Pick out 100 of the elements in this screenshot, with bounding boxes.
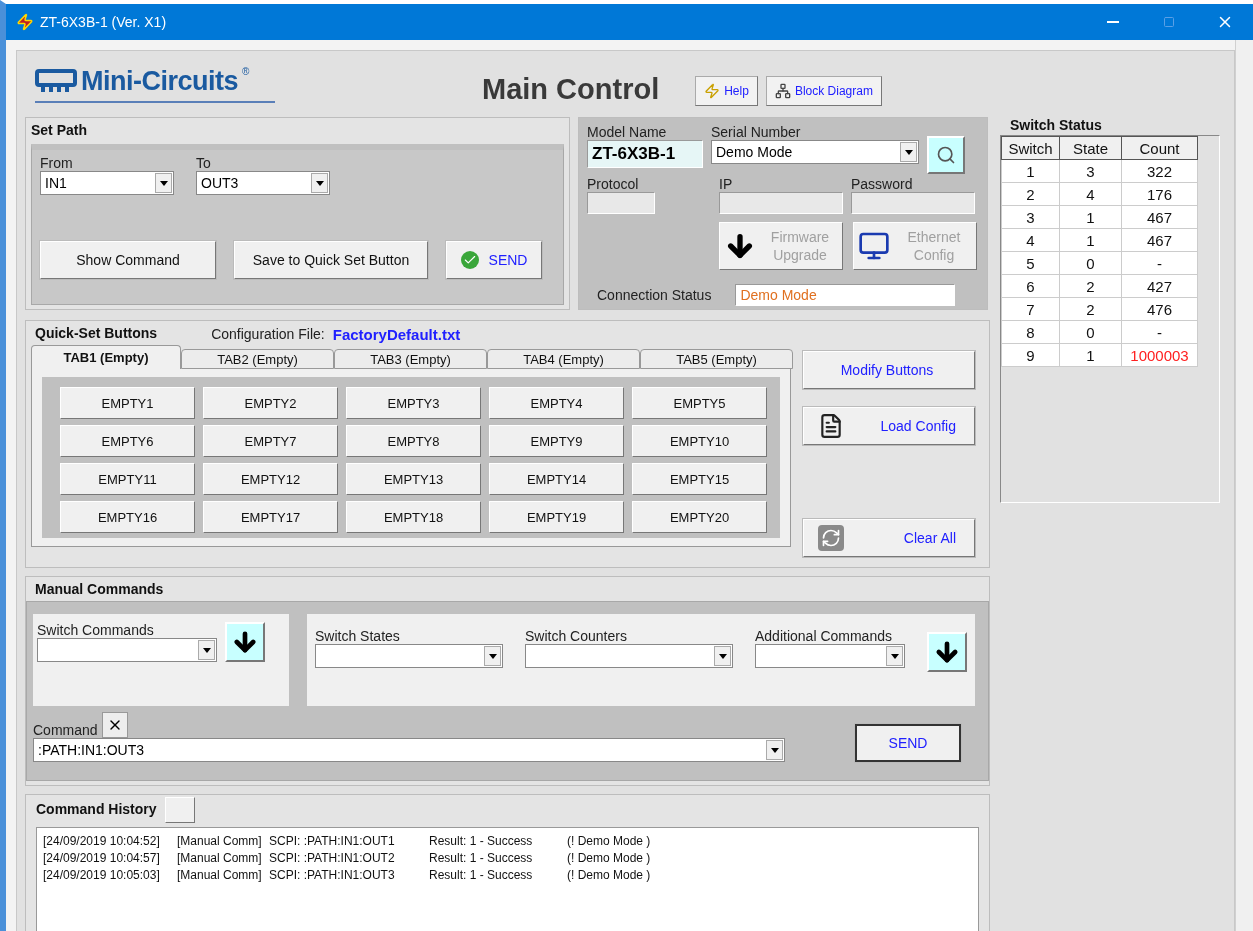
diagram-icon	[774, 83, 791, 99]
quick-set-button[interactable]: EMPTY8	[346, 425, 481, 457]
block-diagram-button[interactable]: Block Diagram	[765, 76, 882, 106]
table-cell: 2	[1001, 182, 1060, 206]
config-file-name: FactoryDefault.txt	[332, 325, 461, 343]
table-cell: -	[1121, 320, 1198, 344]
panel-title: Quick-Set Buttons	[35, 325, 158, 343]
help-button[interactable]: Help	[695, 76, 758, 106]
apply-button[interactable]	[927, 632, 967, 672]
field-label: Protocol	[587, 176, 640, 192]
history-entry: [24/09/2019 10:04:57] [Manual Comm] SCPI: :PATH:IN1:OUT2 Result: 1 - Success (! Demo Mode )	[43, 851, 652, 867]
quick-set-button[interactable]: EMPTY18	[346, 501, 481, 533]
quick-set-button[interactable]: EMPTY5	[632, 387, 767, 419]
quick-set-button[interactable]: EMPTY15	[632, 463, 767, 495]
quick-set-button[interactable]: EMPTY4	[489, 387, 624, 419]
chip-logo-icon	[35, 68, 77, 94]
quick-set-button[interactable]: EMPTY14	[489, 463, 624, 495]
table-cell: 176	[1121, 182, 1198, 206]
table-cell: 1	[1059, 343, 1122, 367]
quick-set-button[interactable]: EMPTY16	[60, 501, 195, 533]
quick-set-button[interactable]: EMPTY1	[60, 387, 195, 419]
switch-commands-dropdown[interactable]	[37, 638, 217, 662]
column-header: Count	[1121, 136, 1198, 160]
logo: Mini-Circuits$^{®}$	[35, 65, 275, 103]
quick-set-button[interactable]: EMPTY13	[346, 463, 481, 495]
quick-set-button[interactable]: EMPTY3	[346, 387, 481, 419]
column-header: Switch	[1001, 136, 1060, 160]
table-cell: 467	[1121, 228, 1198, 252]
send-button[interactable]: SEND	[855, 724, 961, 762]
model-name-field: ZT-6X3B-1	[587, 140, 703, 168]
switch-counters-dropdown[interactable]	[525, 644, 733, 668]
connection-status-field: Demo Mode	[735, 284, 956, 306]
serial-number-dropdown[interactable]: Demo Mode	[711, 140, 919, 164]
panel-title: Set Path	[31, 122, 88, 140]
field-label: Model Name	[587, 124, 668, 140]
search-button[interactable]	[927, 136, 965, 174]
history-button[interactable]	[164, 797, 195, 823]
notepad-icon	[818, 413, 844, 439]
table-cell: 476	[1121, 297, 1198, 321]
field-label: Additional Commands	[755, 628, 893, 644]
table-cell: 5	[1001, 251, 1060, 275]
field-label: From	[40, 155, 74, 171]
field-label: To	[196, 155, 212, 171]
quick-set-button[interactable]: EMPTY17	[203, 501, 338, 533]
config-file-label: Configuration File:	[211, 325, 325, 343]
protocol-field[interactable]	[587, 192, 655, 214]
computer-icon	[858, 230, 890, 262]
tab[interactable]: TAB3 (Empty)	[334, 349, 487, 369]
from-dropdown[interactable]: IN1	[40, 171, 174, 195]
tab[interactable]: TAB1 (Empty)	[31, 345, 181, 369]
quick-set-button[interactable]: EMPTY9	[489, 425, 624, 457]
quick-set-button[interactable]: EMPTY10	[632, 425, 767, 457]
tab[interactable]: TAB4 (Empty)	[487, 349, 640, 369]
apply-button[interactable]	[225, 622, 265, 662]
ip-field[interactable]	[719, 192, 843, 214]
table-cell: 1	[1001, 159, 1060, 183]
send-button[interactable]: SEND	[446, 241, 542, 279]
minimize-icon	[1107, 21, 1119, 23]
table-cell: 8	[1001, 320, 1060, 344]
check-icon	[460, 251, 479, 269]
refresh-icon	[818, 525, 844, 551]
panel-title: Manual Commands	[34, 581, 165, 599]
connection-status-label: Connection Status	[597, 287, 712, 303]
to-dropdown[interactable]: OUT3	[196, 171, 330, 195]
tab[interactable]: TAB5 (Empty)	[640, 349, 793, 369]
table-cell: 1	[1059, 205, 1122, 229]
quick-set-button[interactable]: EMPTY11	[60, 463, 195, 495]
table-cell: 322	[1121, 159, 1198, 183]
page-title: Main Control	[482, 72, 660, 106]
history-entry: [24/09/2019 10:05:03] [Manual Comm] SCPI: :PATH:IN1:OUT3 Result: 1 - Success (! Demo Mode )	[43, 868, 652, 884]
command-dropdown[interactable]: :PATH:IN1:OUT3	[33, 738, 785, 762]
switch-status-title: Switch Status	[1010, 117, 1103, 135]
table-cell: 4	[1059, 182, 1122, 206]
table-cell: 1	[1059, 228, 1122, 252]
table-cell: 7	[1001, 297, 1060, 321]
table-cell: 3	[1059, 159, 1122, 183]
table-cell: 0	[1059, 320, 1122, 344]
app-icon	[16, 13, 34, 31]
column-header: State	[1059, 136, 1122, 160]
quick-set-button[interactable]: EMPTY2	[203, 387, 338, 419]
table-cell: 2	[1059, 297, 1122, 321]
quick-set-button[interactable]: EMPTY12	[203, 463, 338, 495]
load-config-button[interactable]: Load Config	[803, 407, 975, 445]
clear-all-button[interactable]: Clear All	[803, 519, 975, 557]
maximize-icon	[1163, 16, 1175, 28]
action-button[interactable]: Show Command	[40, 241, 216, 279]
quick-set-button[interactable]: EMPTY20	[632, 501, 767, 533]
field-label: Password	[851, 176, 914, 192]
quick-set-button[interactable]: EMPTY19	[489, 501, 624, 533]
field-label: Switch Counters	[525, 628, 628, 644]
clear-button[interactable]	[101, 712, 128, 738]
quick-set-button[interactable]: EMPTY6	[60, 425, 195, 457]
table-cell: 2	[1059, 274, 1122, 298]
action-button[interactable]: Save to Quick Set Button	[234, 241, 428, 279]
tab[interactable]: TAB2 (Empty)	[181, 349, 334, 369]
quick-set-button[interactable]: EMPTY7	[203, 425, 338, 457]
modify-buttons-button[interactable]: Modify Buttons	[803, 351, 975, 389]
command-label: Command	[33, 722, 98, 738]
switch-states-dropdown[interactable]	[315, 644, 503, 668]
password-field[interactable]	[851, 192, 975, 214]
